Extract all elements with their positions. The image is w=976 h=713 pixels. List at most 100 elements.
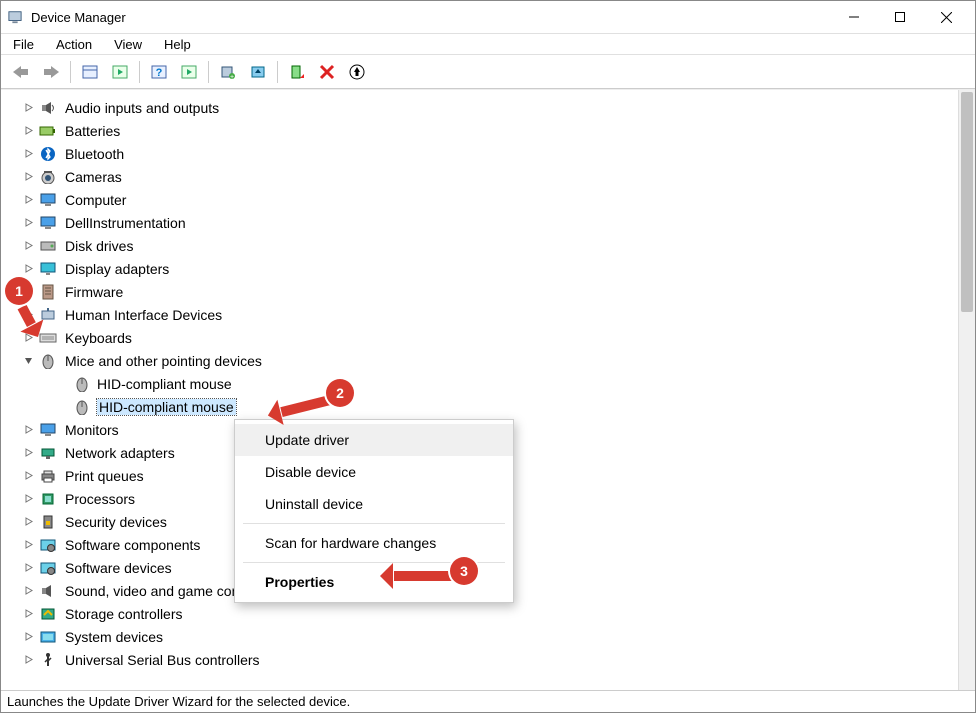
computer-icon [39, 214, 57, 232]
software-icon [39, 559, 57, 577]
context-menu-separator [243, 523, 505, 524]
properties-button[interactable] [343, 59, 371, 85]
context-menu-item[interactable]: Uninstall device [235, 488, 513, 520]
menu-view[interactable]: View [110, 35, 146, 54]
software-icon [39, 536, 57, 554]
tree-category-label: Firmware [65, 284, 123, 300]
usb-icon [39, 651, 57, 669]
tree-category[interactable]: Audio inputs and outputs [21, 96, 958, 119]
chevron-right-icon[interactable] [21, 124, 35, 138]
tree-category-label: Human Interface Devices [65, 307, 222, 323]
tree-category-label: Computer [65, 192, 126, 208]
context-menu-item[interactable]: Scan for hardware changes [235, 527, 513, 559]
annotation-badge-2: 2 [326, 379, 354, 407]
chevron-right-icon[interactable] [21, 653, 35, 667]
chevron-right-icon[interactable] [21, 193, 35, 207]
network-icon [39, 444, 57, 462]
chevron-right-icon[interactable] [21, 538, 35, 552]
tree-category-label: Network adapters [65, 445, 175, 461]
tree-category-label: Print queues [65, 468, 144, 484]
update-driver-button[interactable] [244, 59, 272, 85]
tree-category-label: Software devices [65, 560, 172, 576]
tree-category[interactable]: Universal Serial Bus controllers [21, 648, 958, 671]
show-hidden-button[interactable] [76, 59, 104, 85]
context-menu-item[interactable]: Disable device [235, 456, 513, 488]
forward-button[interactable] [37, 59, 65, 85]
tree-device[interactable]: HID-compliant mouse [21, 395, 958, 418]
chevron-right-icon[interactable] [21, 423, 35, 437]
printer-icon [39, 467, 57, 485]
enable-disable-button[interactable] [283, 59, 311, 85]
statusbar: Launches the Update Driver Wizard for th… [1, 690, 975, 712]
maximize-icon [895, 12, 905, 22]
scrollbar[interactable] [958, 90, 975, 690]
bluetooth-icon [39, 145, 57, 163]
chevron-right-icon[interactable] [21, 170, 35, 184]
chevron-right-icon[interactable] [21, 584, 35, 598]
action-button[interactable] [175, 59, 203, 85]
chevron-right-icon[interactable] [21, 469, 35, 483]
annotation-arrow-3 [394, 571, 454, 581]
help-button[interactable]: ? [145, 59, 173, 85]
tree-category-label: System devices [65, 629, 163, 645]
chevron-right-icon[interactable] [21, 101, 35, 115]
tree-device-label: HID-compliant mouse [97, 376, 232, 392]
back-button[interactable] [7, 59, 35, 85]
tree-category[interactable]: Display adapters [21, 257, 958, 280]
minimize-button[interactable] [831, 2, 877, 32]
mouse-icon [39, 352, 57, 370]
chevron-right-icon[interactable] [21, 147, 35, 161]
svg-text:+: + [230, 74, 234, 80]
tree-category[interactable]: Human Interface Devices [21, 303, 958, 326]
chevron-down-icon[interactable] [21, 354, 35, 368]
chevron-right-icon[interactable] [21, 492, 35, 506]
tree-category-label: Storage controllers [65, 606, 183, 622]
tree-category[interactable]: DellInstrumentation [21, 211, 958, 234]
scan-button[interactable]: + [214, 59, 242, 85]
close-button[interactable] [923, 2, 969, 32]
disk-icon [39, 237, 57, 255]
tree-category-label: Software components [65, 537, 200, 553]
chevron-right-icon[interactable] [21, 561, 35, 575]
svg-text:?: ? [156, 67, 163, 79]
uninstall-button[interactable] [313, 59, 341, 85]
tree-category-label: Disk drives [65, 238, 133, 254]
tree-category[interactable]: Cameras [21, 165, 958, 188]
chevron-right-icon[interactable] [21, 607, 35, 621]
menu-file[interactable]: File [9, 35, 38, 54]
refresh-button[interactable] [106, 59, 134, 85]
chevron-right-icon[interactable] [21, 630, 35, 644]
tree-category[interactable]: Storage controllers [21, 602, 958, 625]
tree-category[interactable]: Bluetooth [21, 142, 958, 165]
tree-category-label: Processors [65, 491, 135, 507]
tree-device-label: HID-compliant mouse [97, 399, 236, 415]
maximize-button[interactable] [877, 2, 923, 32]
tree-device[interactable]: HID-compliant mouse [21, 372, 958, 395]
chevron-right-icon[interactable] [21, 239, 35, 253]
tree-category[interactable]: System devices [21, 625, 958, 648]
tree-category[interactable]: Disk drives [21, 234, 958, 257]
storage-icon [39, 605, 57, 623]
chevron-right-icon[interactable] [21, 515, 35, 529]
menu-help[interactable]: Help [160, 35, 195, 54]
tree-category[interactable]: Keyboards [21, 326, 958, 349]
tree-category-label: DellInstrumentation [65, 215, 186, 231]
menubar: File Action View Help [1, 33, 975, 55]
display-icon [39, 260, 57, 278]
tree-category[interactable]: Firmware [21, 280, 958, 303]
tree-category[interactable]: Batteries [21, 119, 958, 142]
scrollbar-thumb[interactable] [961, 92, 973, 312]
chevron-right-icon[interactable] [21, 446, 35, 460]
minimize-icon [849, 12, 859, 22]
sound-icon [39, 582, 57, 600]
menu-action[interactable]: Action [52, 35, 96, 54]
battery-icon [39, 122, 57, 140]
statusbar-text: Launches the Update Driver Wizard for th… [7, 694, 350, 709]
tree-category[interactable]: Mice and other pointing devices [21, 349, 958, 372]
system-icon [39, 628, 57, 646]
camera-icon [39, 168, 57, 186]
context-menu-item[interactable]: Update driver [235, 424, 513, 456]
chevron-right-icon[interactable] [21, 262, 35, 276]
chevron-right-icon[interactable] [21, 216, 35, 230]
tree-category[interactable]: Computer [21, 188, 958, 211]
